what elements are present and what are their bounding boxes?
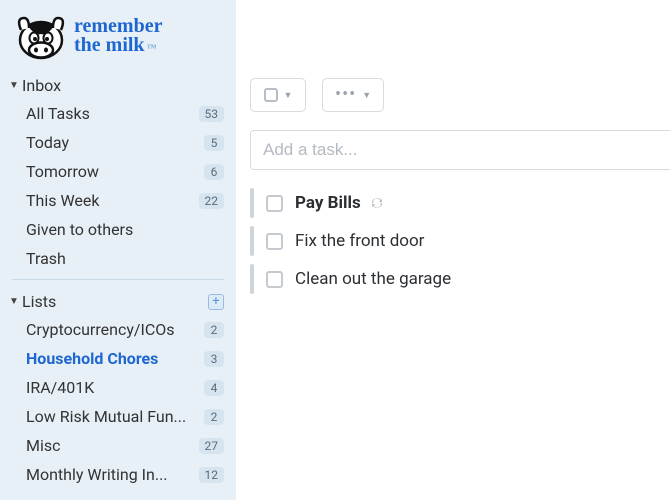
count-badge: 2 — [204, 322, 224, 338]
count-badge: 4 — [204, 380, 224, 396]
nav-tomorrow[interactable]: Tomorrow 6 — [0, 157, 236, 186]
nav-item-label: Trash — [26, 249, 224, 268]
task-row[interactable]: Pay Bills — [236, 184, 670, 222]
app-logo[interactable]: remember the milk™ — [0, 8, 236, 70]
more-actions-dropdown[interactable]: ••• ▼ — [322, 78, 384, 112]
count-badge: 12 — [199, 467, 225, 483]
nav-item-label: Given to others — [26, 220, 224, 239]
list-item-misc[interactable]: Misc 27 — [0, 431, 236, 460]
nav-item-label: Misc — [26, 436, 199, 455]
nav-today[interactable]: Today 5 — [0, 128, 236, 157]
task-checkbox[interactable] — [266, 233, 283, 250]
nav-item-label: Today — [26, 133, 204, 152]
task-checkbox[interactable] — [266, 271, 283, 288]
main-panel: ▼ ••• ▼ Pay Bills Fix the front door — [236, 0, 670, 500]
count-badge: 6 — [204, 164, 224, 180]
repeat-icon — [369, 195, 385, 211]
priority-bar — [250, 188, 254, 218]
list-item-ira-401k[interactable]: IRA/401K 4 — [0, 373, 236, 402]
task-list: Pay Bills Fix the front door Clean out t… — [236, 170, 670, 298]
chevron-down-icon: ▼ — [8, 80, 20, 91]
count-badge: 2 — [204, 409, 224, 425]
nav-item-label: Cryptocurrency/ICOs — [26, 320, 204, 339]
section-header-inbox[interactable]: ▼ Inbox — [0, 70, 236, 99]
priority-bar — [250, 226, 254, 256]
section-title: Lists — [22, 292, 56, 311]
nav-item-label: Tomorrow — [26, 162, 204, 181]
count-badge: 5 — [204, 135, 224, 151]
count-badge: 53 — [199, 106, 225, 122]
list-item-household-chores[interactable]: Household Chores 3 — [0, 344, 236, 373]
task-label: Clean out the garage — [295, 269, 451, 289]
task-label: Pay Bills — [295, 193, 361, 213]
nav-item-label: IRA/401K — [26, 378, 204, 397]
app-name: remember the milk™ — [74, 17, 162, 55]
caret-down-icon: ▼ — [284, 90, 293, 101]
section-header-lists[interactable]: ▼ Lists + — [0, 286, 236, 315]
caret-down-icon: ▼ — [362, 90, 371, 101]
nav-trash[interactable]: Trash — [0, 244, 236, 273]
nav-all-tasks[interactable]: All Tasks 53 — [0, 99, 236, 128]
nav-given-to-others[interactable]: Given to others — [0, 215, 236, 244]
nav-item-label: All Tasks — [26, 104, 199, 123]
add-task-input[interactable] — [263, 140, 658, 160]
task-label: Fix the front door — [295, 231, 424, 251]
add-task-field[interactable] — [250, 130, 670, 170]
priority-bar — [250, 264, 254, 294]
list-item-cryptocurrency[interactable]: Cryptocurrency/ICOs 2 — [0, 315, 236, 344]
chevron-down-icon: ▼ — [8, 296, 20, 307]
count-badge: 3 — [204, 351, 224, 367]
list-item-low-risk-mutual[interactable]: Low Risk Mutual Fun... 2 — [0, 402, 236, 431]
nav-item-label: Low Risk Mutual Fun... — [26, 407, 204, 426]
count-badge: 22 — [199, 193, 225, 209]
nav-item-label: Monthly Writing In... — [26, 465, 199, 484]
add-list-button[interactable]: + — [208, 294, 224, 310]
task-checkbox[interactable] — [266, 195, 283, 212]
task-row[interactable]: Clean out the garage — [236, 260, 670, 298]
cow-icon — [14, 8, 68, 64]
section-title: Inbox — [22, 76, 61, 95]
select-all-dropdown[interactable]: ▼ — [250, 78, 306, 112]
toolbar: ▼ ••• ▼ — [236, 78, 670, 130]
nav-item-label: Household Chores — [26, 349, 204, 368]
count-badge: 27 — [199, 438, 225, 454]
list-item-monthly-writing[interactable]: Monthly Writing In... 12 — [0, 460, 236, 489]
divider — [12, 279, 224, 280]
nav-this-week[interactable]: This Week 22 — [0, 186, 236, 215]
sidebar: remember the milk™ ▼ Inbox All Tasks 53 … — [0, 0, 236, 500]
checkbox-icon — [264, 88, 278, 102]
nav-item-label: This Week — [26, 191, 199, 210]
task-row[interactable]: Fix the front door — [236, 222, 670, 260]
